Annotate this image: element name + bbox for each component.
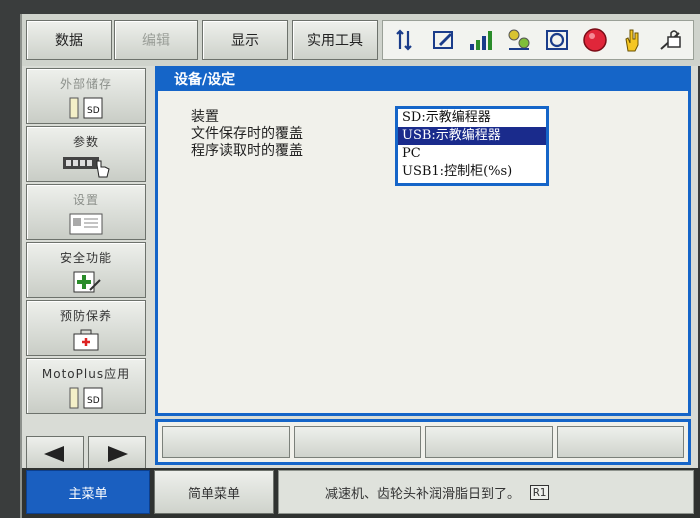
nav-safety-button[interactable]: 安全功能 xyxy=(26,242,146,298)
message-code-badge: R1 xyxy=(530,484,550,500)
stop-icon xyxy=(581,25,609,55)
left-navigation: 外部储存 SD 参数 设置 安全功能 预防保养 MotoPlus应用 SD xyxy=(26,66,150,472)
message-bar[interactable]: 减速机、齿轮头补润滑脂日到了。 R1 xyxy=(278,470,694,514)
signal-icon xyxy=(467,25,495,55)
pendant-screen: 数据 编辑 显示 实用工具 外部储存 SD 参数 设置 安全功能 预防保养 Mo… xyxy=(20,14,700,518)
sd-card-icon: SD xyxy=(27,386,145,410)
nav-external-storage-button[interactable]: 外部储存 SD xyxy=(26,68,146,124)
device-label: 装置 xyxy=(191,109,219,125)
page-right-button[interactable] xyxy=(88,436,146,472)
status-icon-strip xyxy=(382,20,694,60)
svg-text:SD: SD xyxy=(87,106,100,116)
nav-parameter-button[interactable]: 参数 xyxy=(26,126,146,182)
simple-menu-button[interactable]: 简单菜单 xyxy=(154,470,274,514)
robot-group-icon xyxy=(505,25,533,55)
function-key-row xyxy=(155,419,691,465)
menu-display-button[interactable]: 显示 xyxy=(202,20,288,60)
device-dropdown[interactable]: SD:示教编程器 USB:示教编程器 PC USB1:控制柜(%s) xyxy=(395,106,549,186)
cycle-icon xyxy=(543,25,571,55)
nav-label: 外部储存 xyxy=(59,77,112,91)
arrow-left-icon xyxy=(44,446,64,462)
coordinate-icon xyxy=(392,25,420,55)
nav-setup-button[interactable]: 设置 xyxy=(26,184,146,240)
message-text: 减速机、齿轮头补润滑脂日到了。 xyxy=(325,486,521,502)
function-button-1[interactable] xyxy=(162,426,290,458)
parameter-icon xyxy=(27,154,145,178)
nav-label: 安全功能 xyxy=(59,251,112,265)
menu-edit-button[interactable]: 编辑 xyxy=(114,20,198,60)
setup-icon xyxy=(27,212,145,236)
hand-icon xyxy=(618,25,646,55)
panel-title: 设备/设定 xyxy=(158,69,688,91)
menu-utility-button[interactable]: 实用工具 xyxy=(292,20,378,60)
settings-panel: 设备/设定 装置 文件保存时的覆盖 程序读取时的覆盖 SD:示教编程器 USB:… xyxy=(155,66,691,416)
nav-maintenance-button[interactable]: 预防保养 xyxy=(26,300,146,356)
file-save-overwrite-label: 文件保存时的覆盖 xyxy=(191,126,303,142)
edit-icon xyxy=(430,25,458,55)
main-menu-button[interactable]: 主菜单 xyxy=(26,470,150,514)
dropdown-option-usb-selected[interactable]: USB:示教编程器 xyxy=(398,127,546,145)
bottom-bar: 主菜单 简单菜单 减速机、齿轮头补润滑脂日到了。 R1 xyxy=(22,468,700,518)
top-menu-bar: 数据 编辑 显示 实用工具 xyxy=(22,14,700,66)
dropdown-option-sd[interactable]: SD:示教编程器 xyxy=(398,109,546,127)
safety-icon xyxy=(27,270,145,294)
arrow-right-icon xyxy=(108,446,128,462)
svg-text:SD: SD xyxy=(87,396,100,406)
nav-label: MotoPlus应用 xyxy=(41,367,131,381)
function-button-3[interactable] xyxy=(425,426,553,458)
toolbox-icon xyxy=(27,328,145,352)
nav-label: 设置 xyxy=(72,193,99,207)
lock-icon xyxy=(656,25,684,55)
nav-page-arrows xyxy=(26,436,146,472)
menu-data-button[interactable]: 数据 xyxy=(26,20,112,60)
function-button-4[interactable] xyxy=(556,426,684,458)
program-load-overwrite-label: 程序读取时的覆盖 xyxy=(191,143,303,159)
dropdown-option-pc[interactable]: PC xyxy=(398,145,546,163)
nav-motoplus-button[interactable]: MotoPlus应用 SD xyxy=(26,358,146,414)
dropdown-option-usb1[interactable]: USB1:控制柜(%s) xyxy=(398,163,546,181)
setting-labels: 装置 文件保存时的覆盖 程序读取时的覆盖 xyxy=(191,109,303,160)
nav-label: 参数 xyxy=(72,135,99,149)
nav-label: 预防保养 xyxy=(59,309,112,323)
page-left-button[interactable] xyxy=(26,436,84,472)
function-button-2[interactable] xyxy=(293,426,421,458)
sd-card-icon: SD xyxy=(27,96,145,120)
